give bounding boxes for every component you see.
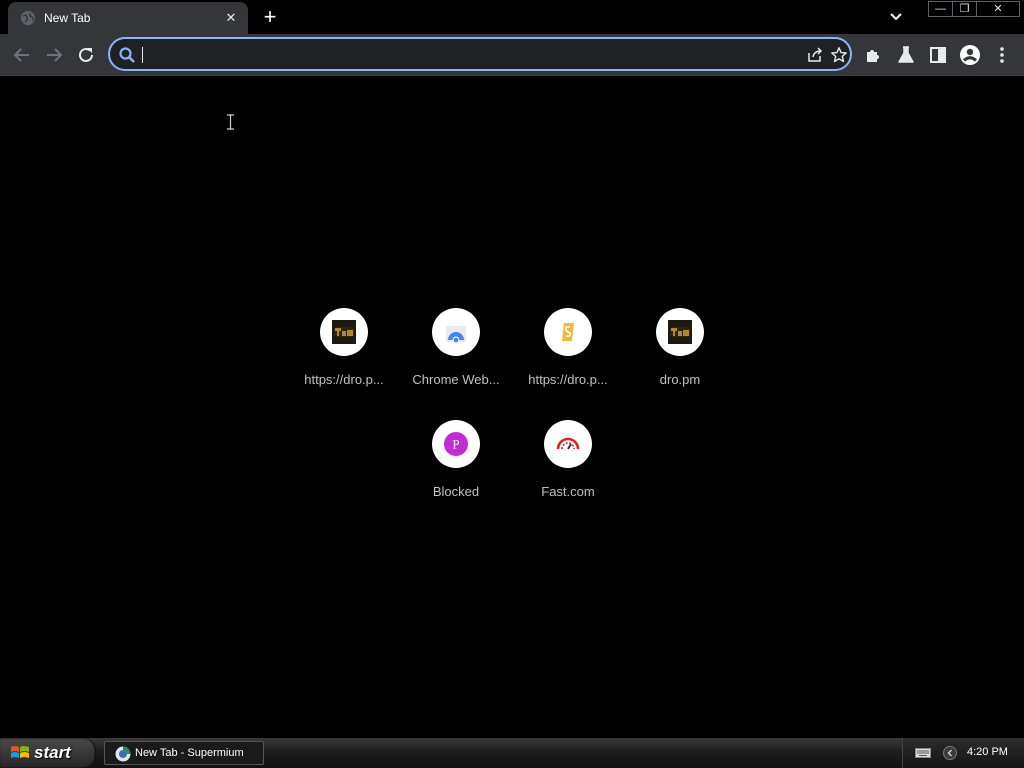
shortcut-icon-circle bbox=[656, 308, 704, 356]
tab-close-button[interactable]: ✕ bbox=[222, 9, 240, 27]
menu-icon[interactable] bbox=[990, 43, 1014, 67]
globe-icon bbox=[21, 11, 35, 25]
forward-icon[interactable] bbox=[42, 43, 66, 67]
shortcut-icon-circle bbox=[544, 308, 592, 356]
shortcut-label: Chrome Web... bbox=[412, 372, 500, 387]
address-bar[interactable] bbox=[108, 37, 852, 71]
labs-icon[interactable] bbox=[894, 43, 918, 67]
shortcut-label: https://dro.p... bbox=[528, 372, 608, 387]
shortcut-icon-circle: P bbox=[432, 420, 480, 468]
shortcut-tile[interactable]: P Blocked bbox=[400, 420, 512, 520]
extensions-icon[interactable] bbox=[862, 43, 886, 67]
shortcut-tile[interactable]: dro.pm bbox=[624, 308, 736, 408]
start-label: start bbox=[34, 743, 71, 762]
speedometer-icon bbox=[556, 437, 580, 450]
share-icon[interactable] bbox=[806, 46, 824, 64]
shortcut-label: dro.pm bbox=[659, 372, 701, 387]
dro-logo-icon bbox=[332, 320, 356, 344]
keyboard-icon[interactable] bbox=[915, 747, 931, 759]
minimize-button[interactable]: — bbox=[928, 1, 952, 17]
new-tab-button[interactable]: + bbox=[258, 5, 282, 29]
reload-icon[interactable] bbox=[74, 43, 98, 67]
chrome-web-store-icon bbox=[446, 326, 466, 344]
system-tray: 4:20 PM bbox=[902, 738, 1024, 768]
shortcut-label: Blocked bbox=[432, 484, 480, 499]
shortcut-tile[interactable]: https://dro.p... bbox=[288, 308, 400, 408]
taskbar-window-label: New Tab - Supermium bbox=[135, 747, 244, 759]
p-letter: P bbox=[452, 437, 459, 452]
profile-icon[interactable] bbox=[958, 43, 982, 67]
text-caret bbox=[142, 47, 143, 63]
tab-new-tab[interactable]: New Tab ✕ bbox=[8, 2, 248, 34]
shortcut-icon-circle bbox=[320, 308, 368, 356]
shortcut-label: Fast.com bbox=[541, 484, 595, 499]
tab-strip: New Tab ✕ + — ❐ ✕ bbox=[0, 0, 1024, 34]
start-button[interactable]: start bbox=[0, 738, 96, 768]
dro-logo-icon bbox=[668, 320, 692, 344]
taskbar: start New Tab - Supermium 4:20 PM bbox=[0, 738, 1024, 768]
back-icon[interactable] bbox=[10, 43, 34, 67]
chevron-left-icon[interactable] bbox=[943, 746, 957, 760]
windows-logo-icon bbox=[11, 746, 29, 758]
star-icon[interactable] bbox=[830, 46, 848, 64]
supermium-icon bbox=[115, 746, 131, 762]
s-logo-icon bbox=[562, 323, 574, 341]
search-icon bbox=[119, 47, 135, 63]
chevron-down-icon[interactable] bbox=[886, 8, 906, 26]
shortcut-tile[interactable]: Chrome Web... bbox=[400, 308, 512, 408]
toolbar bbox=[0, 34, 1024, 76]
new-tab-page: https://dro.p... Chrome Web... https://d… bbox=[0, 76, 1024, 738]
clock: 4:20 PM bbox=[967, 746, 1008, 758]
p-letter-icon: P bbox=[444, 432, 468, 456]
shortcut-icon-circle bbox=[544, 420, 592, 468]
shortcut-tile[interactable]: Fast.com bbox=[512, 420, 624, 520]
taskbar-window-button[interactable]: New Tab - Supermium bbox=[104, 741, 264, 765]
shortcut-icon-circle bbox=[432, 308, 480, 356]
close-window-button[interactable]: ✕ bbox=[976, 1, 1020, 17]
shortcut-tile[interactable]: https://dro.p... bbox=[512, 308, 624, 408]
tab-title: New Tab bbox=[44, 11, 91, 25]
text-cursor-icon bbox=[227, 114, 234, 130]
restore-button[interactable]: ❐ bbox=[952, 1, 976, 17]
omnibox-input[interactable] bbox=[142, 43, 786, 67]
side-panel-icon[interactable] bbox=[926, 43, 950, 67]
shortcut-label: https://dro.p... bbox=[304, 372, 384, 387]
